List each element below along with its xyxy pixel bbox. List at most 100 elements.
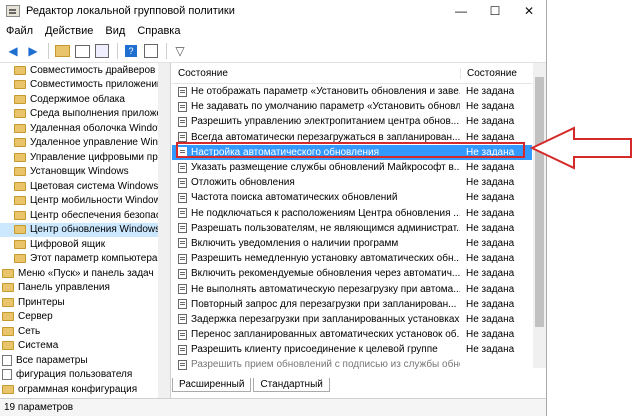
tree-item-label: Удаленное управление Windo [30,137,159,149]
policy-setting-icon [178,329,187,340]
tree-item[interactable]: Центр обеспечения безопас [0,208,158,223]
policy-setting-icon [178,86,187,97]
tree-item[interactable]: Все параметры [0,353,158,368]
minimize-button[interactable]: — [444,0,478,22]
policy-row[interactable]: Не выполнять автоматическую перезагрузку… [172,281,532,296]
policy-row[interactable]: Задержка перезагрузки при запланированны… [172,312,532,327]
tree-item-label: Совместимость приложений [30,79,159,91]
policy-row[interactable]: Разрешить клиенту присоединение к целево… [172,342,532,357]
menu-action[interactable]: Действие [45,25,93,37]
tree-item[interactable]: Цифровой ящик [0,237,158,252]
tree-item-label: фигурация пользователя [16,369,133,381]
maximize-button[interactable]: ☐ [478,0,512,22]
tree-item-label: Управление цифровыми прав [30,151,159,163]
policy-row[interactable]: Повторный запрос для перезагрузки при за… [172,297,532,312]
tree-item-label: Центр мобильности Windows [30,195,159,207]
tab-extended[interactable]: Расширенный [172,378,252,392]
policy-state: Не задана [466,329,515,341]
policy-row[interactable]: Не подключаться к расположениям Центра о… [172,206,532,221]
tree-item[interactable]: фигурация пользователя [0,368,158,383]
policy-name: Всегда автоматически перезагружаться в з… [191,131,460,143]
folder-icon [2,341,14,351]
policy-row[interactable]: Разрешить немедленную установку автомати… [172,251,532,266]
policy-row[interactable]: Разрешить прием обновлений с подписью из… [172,357,532,372]
tree-item[interactable]: Среда выполнения приложен [0,107,158,122]
menu-view[interactable]: Вид [105,25,125,37]
folder-icon [2,283,14,293]
policy-name: Разрешить клиенту присоединение к целево… [191,344,438,356]
tree-item[interactable]: Центр мобильности Windows [0,194,158,209]
tree-item[interactable]: Сеть [0,324,158,339]
policy-row[interactable]: Разрешать пользователям, не являющимся а… [172,221,532,236]
policy-row[interactable]: Не задавать по умолчанию параметр «Устан… [172,99,532,114]
tree-item[interactable]: Цветовая система Windows C [0,179,158,194]
properties-icon[interactable] [142,42,160,60]
document-icon [2,354,12,366]
tree-item[interactable]: Этот параметр компьютера поз [0,252,158,267]
policy-name: Не подключаться к расположениям Центра о… [191,207,460,219]
tree-item[interactable]: Меню «Пуск» и панель задач [0,266,158,281]
close-button[interactable]: ✕ [512,0,546,22]
policy-row[interactable]: Всегда автоматически перезагружаться в з… [172,130,532,145]
tree-scrollbar[interactable] [158,63,171,398]
app-icon [6,5,20,17]
status-text: 19 параметров [4,402,74,413]
policy-row[interactable]: Разрешить управлению электропитанием цен… [172,114,532,129]
tree-item-label: Цифровой ящик [30,238,106,250]
tree-item[interactable]: Сервер [0,310,158,325]
folder-icon [14,167,26,177]
policy-row[interactable]: Настройка автоматического обновления Не з… [172,144,532,160]
policy-row[interactable]: Не отображать параметр «Установить обнов… [172,84,532,99]
help-icon[interactable]: ? [122,42,140,60]
policy-state: Не задана [466,86,515,98]
policy-name: Задержка перезагрузки при запланированны… [191,313,460,325]
policy-row[interactable]: Включить рекомендуемые обновления через … [172,266,532,281]
policy-setting-icon [178,268,187,279]
list-scrollbar[interactable] [533,63,546,368]
tree-item[interactable]: Совместимость драйверов и с [0,63,158,78]
tab-standard[interactable]: Стандартный [253,378,330,392]
folder-icon [2,384,14,394]
policy-row[interactable]: Включить уведомления о наличии программ Н… [172,236,532,251]
tree-item[interactable]: Удаленное управление Windo [0,136,158,151]
policy-name: Частота поиска автоматических обновлений [191,192,398,204]
policy-setting-icon [178,101,187,112]
folder-icon [14,239,26,249]
status-bar: 19 параметров [0,398,546,416]
back-arrow-icon[interactable]: ◀ [4,42,22,60]
menu-file[interactable]: Файл [6,25,33,37]
policy-row[interactable]: Отложить обновления Не задана [172,175,532,190]
policy-state: Не задана [466,101,515,113]
tree-item[interactable]: Удаленная оболочка Windows [0,121,158,136]
tree-item[interactable]: Панель управления [0,281,158,296]
policy-name: Не выполнять автоматическую перезагрузку… [191,283,460,295]
policy-setting-icon [178,223,187,234]
policy-row[interactable]: Частота поиска автоматических обновлений… [172,190,532,205]
tree-item[interactable]: Содержимое облака [0,92,158,107]
tree-item[interactable]: Принтеры [0,295,158,310]
menu-help[interactable]: Справка [137,25,180,37]
tree-item[interactable]: Установщик Windows [0,165,158,180]
column-header-state[interactable]: Состояние [460,67,532,79]
tree-item[interactable]: Центр обновления Windows [0,222,158,237]
folder-icon [14,65,26,75]
show-hide-tree-icon[interactable] [73,42,91,60]
folder-icon [14,210,26,220]
forward-arrow-icon[interactable]: ▶ [24,42,42,60]
policy-row[interactable]: Перенос запланированных автоматических у… [172,327,532,342]
policy-state: Не задана [466,162,515,174]
list-header: Состояние Состояние [172,63,532,84]
policy-name: Не задавать по умолчанию параметр «Устан… [191,101,460,113]
policy-row[interactable]: Указать размещение службы обновлений Май… [172,160,532,175]
up-folder-icon[interactable] [53,42,71,60]
tree-item[interactable]: ограммная конфигурация [0,382,158,397]
filter-icon[interactable]: ▽ [171,42,189,60]
tree-item[interactable]: Система [0,339,158,354]
folder-icon [2,268,14,278]
export-list-icon[interactable] [93,42,111,60]
policy-state: Не задана [466,283,515,295]
tree-item[interactable]: Совместимость приложений [0,78,158,93]
folder-icon [14,225,26,235]
column-header-name[interactable]: Состояние [172,68,460,79]
tree-item[interactable]: Управление цифровыми прав [0,150,158,165]
